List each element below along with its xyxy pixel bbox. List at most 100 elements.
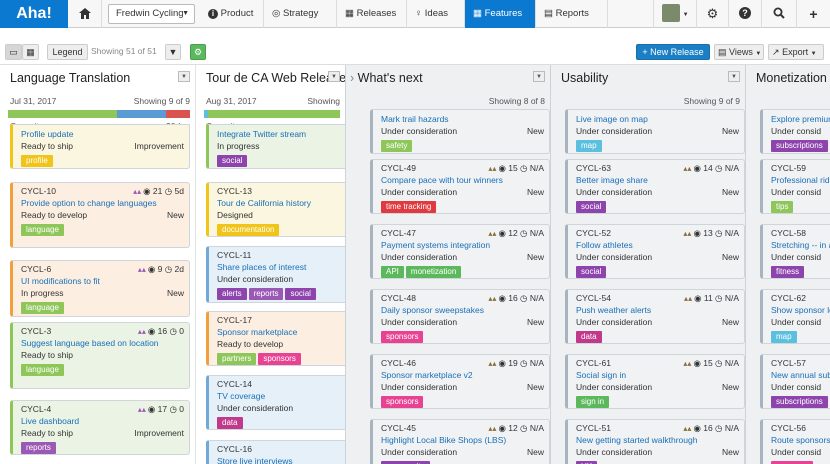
feature-title[interactable]: Provide option to change languages	[21, 198, 184, 209]
column-menu-button[interactable]: ▼	[328, 71, 340, 82]
feature-card[interactable]: CYCL-49 ▴▴ ◉ 15 ◷ N/A Compare pace with tou…	[370, 159, 550, 214]
tag[interactable]: social	[576, 266, 607, 278]
feature-title[interactable]: Stretching -- in a	[771, 240, 830, 251]
nav-ideas[interactable]: ♀ Ideas	[407, 0, 465, 28]
feature-title[interactable]: Suggest language based on location	[21, 338, 184, 349]
feature-card[interactable]: Profile update Ready to ship Improvement pr…	[10, 124, 190, 169]
tag[interactable]: language	[21, 364, 64, 376]
column-menu-button[interactable]: ▼	[728, 71, 740, 82]
workspace-select[interactable]: Fredwin Cycling ▼	[108, 4, 195, 24]
feature-title[interactable]: Better image share	[576, 175, 739, 186]
feature-card[interactable]: CYCL-51 ▴▴ ◉ 16 ◷ N/A New getting started w…	[565, 419, 745, 464]
feature-card[interactable]: CYCL-59 Professional ride Under consid tips	[760, 159, 830, 214]
feature-card[interactable]: CYCL-3 ▴▴ ◉ 16 ◷ 0 Suggest language based o…	[10, 322, 190, 389]
tag[interactable]: map	[771, 331, 797, 343]
feature-title[interactable]: Sponsor marketplace	[217, 327, 345, 338]
column-title[interactable]: Monetization	[756, 71, 827, 85]
feature-card[interactable]: CYCL-14 TV coverage Under consideration dat…	[206, 375, 345, 430]
tag[interactable]: sponsors	[381, 331, 424, 343]
filter-button[interactable]: ▼	[165, 44, 181, 60]
tag[interactable]: documentation	[217, 224, 280, 236]
feature-card[interactable]: Explore premium Under consid subscriptions	[760, 109, 830, 154]
feature-card[interactable]: CYCL-46 ▴▴ ◉ 19 ◷ N/A Sponsor marketplace v…	[370, 354, 550, 409]
aha-logo[interactable]: Aha!	[0, 0, 68, 28]
tag[interactable]: sponsors	[258, 353, 301, 365]
column-title[interactable]: Tour de CA Web Release	[206, 71, 345, 85]
feature-card[interactable]: CYCL-48 ▴▴ ◉ 16 ◷ N/A Daily sponsor sweepst…	[370, 289, 550, 344]
nav-product[interactable]: i Product	[200, 0, 264, 28]
feature-title[interactable]: Highlight Local Bike Shops (LBS)	[381, 435, 544, 446]
tag[interactable]: fitness	[771, 266, 805, 278]
tag[interactable]: monetization	[405, 266, 462, 278]
feature-card[interactable]: CYCL-52 ▴▴ ◉ 13 ◷ N/A Follow athletes Under …	[565, 224, 745, 279]
tag[interactable]: time tracking	[381, 201, 437, 213]
tag[interactable]: language	[21, 224, 64, 236]
feature-title[interactable]: Show sponsor lo	[771, 305, 830, 316]
search-button[interactable]	[762, 0, 797, 28]
nav-reports[interactable]: ▤ Reports	[536, 0, 608, 28]
feature-card[interactable]: Integrate Twitter stream In progress socia…	[206, 124, 345, 169]
feature-card[interactable]: CYCL-63 ▴▴ ◉ 14 ◷ N/A Better image share Und…	[565, 159, 745, 214]
feature-title[interactable]: Follow athletes	[576, 240, 739, 251]
tag[interactable]: partners	[217, 353, 257, 365]
tag[interactable]: subscriptions	[771, 396, 828, 408]
feature-card[interactable]: CYCL-13 Tour de California history Designe…	[206, 182, 345, 237]
chevron-right-icon[interactable]: ›	[350, 71, 358, 85]
tag[interactable]: profile	[21, 155, 53, 167]
user-menu[interactable]: ▼	[653, 0, 697, 28]
tag[interactable]: reports	[248, 288, 284, 300]
column-title[interactable]: Usability	[561, 71, 608, 85]
legend-button[interactable]: Legend	[47, 44, 88, 60]
add-column-button[interactable]: ⚙	[190, 44, 206, 60]
feature-card[interactable]: CYCL-45 ▴▴ ◉ 12 ◷ N/A Highlight Local Bike …	[370, 419, 550, 464]
feature-title[interactable]: Tour de California history	[217, 198, 345, 209]
export-button[interactable]: ↗ Export ▼	[768, 44, 824, 60]
feature-card[interactable]: CYCL-58 Stretching -- in a Under consid fit…	[760, 224, 830, 279]
tag[interactable]: data	[576, 331, 602, 343]
tag[interactable]: data	[217, 417, 243, 429]
tag[interactable]: language	[21, 302, 64, 314]
feature-title[interactable]: Payment systems integration	[381, 240, 544, 251]
column-title[interactable]: Language Translation	[10, 71, 130, 85]
card-view-button[interactable]: ▭	[5, 44, 22, 60]
feature-card[interactable]: Live image on map Under consideration New m…	[565, 109, 745, 154]
tag[interactable]: subscriptions	[771, 140, 828, 152]
feature-title[interactable]: Explore premium	[771, 114, 830, 125]
feature-title[interactable]: New annual subs	[771, 370, 830, 381]
feature-card[interactable]: CYCL-6 ▴▴ ◉ 9 ◷ 2d UI modifications to fit I…	[10, 260, 190, 317]
tag[interactable]: social	[285, 288, 316, 300]
tag[interactable]: sign in	[576, 396, 610, 408]
tag[interactable]: API	[381, 266, 404, 278]
feature-title[interactable]: Live image on map	[576, 114, 739, 125]
tag[interactable]: social	[576, 201, 607, 213]
feature-card[interactable]: CYCL-17 Sponsor marketplace Ready to devel…	[206, 311, 345, 366]
feature-card[interactable]: CYCL-62 Show sponsor lo Under consid map	[760, 289, 830, 344]
nav-features[interactable]: ▦ Features	[465, 0, 536, 28]
feature-title[interactable]: Push weather alerts	[576, 305, 739, 316]
feature-title[interactable]: Mark trail hazards	[381, 114, 544, 125]
feature-title[interactable]: Store live interviews	[217, 456, 345, 464]
column-title[interactable]: › What's next	[350, 71, 423, 85]
feature-title[interactable]: Social sign in	[576, 370, 739, 381]
feature-title[interactable]: Live dashboard	[21, 416, 184, 427]
views-button[interactable]: ▤ Views ▼	[714, 44, 764, 60]
feature-title[interactable]: Daily sponsor sweepstakes	[381, 305, 544, 316]
feature-card[interactable]: CYCL-56Route sponsorsUnder considsponsor…	[760, 419, 830, 464]
feature-title[interactable]: New getting started walkthrough	[576, 435, 739, 446]
feature-card[interactable]: CYCL-10 ▴▴ ◉ 21 ◷ 5d Provide option to chan…	[10, 182, 190, 248]
feature-card[interactable]: CYCL-16 Store live interviews	[206, 440, 345, 464]
feature-title[interactable]: UI modifications to fit	[21, 276, 184, 287]
tag[interactable]: social	[217, 155, 248, 167]
new-release-button[interactable]: + New Release	[636, 44, 710, 60]
help-button[interactable]: ?	[729, 0, 762, 28]
tag[interactable]: safety	[381, 140, 413, 152]
tag[interactable]: map	[576, 140, 602, 152]
feature-card[interactable]: CYCL-11 Share places of interest Under con…	[206, 246, 345, 303]
feature-title[interactable]: Integrate Twitter stream	[217, 129, 345, 140]
tag[interactable]: alerts	[217, 288, 247, 300]
settings-button[interactable]: ⚙	[697, 0, 729, 28]
feature-title[interactable]: Professional ride	[771, 175, 830, 186]
feature-card[interactable]: CYCL-47 ▴▴ ◉ 12 ◷ N/A Payment systems integ…	[370, 224, 550, 279]
nav-strategy[interactable]: ◎ Strategy	[264, 0, 337, 28]
tag[interactable]: reports	[21, 442, 56, 454]
